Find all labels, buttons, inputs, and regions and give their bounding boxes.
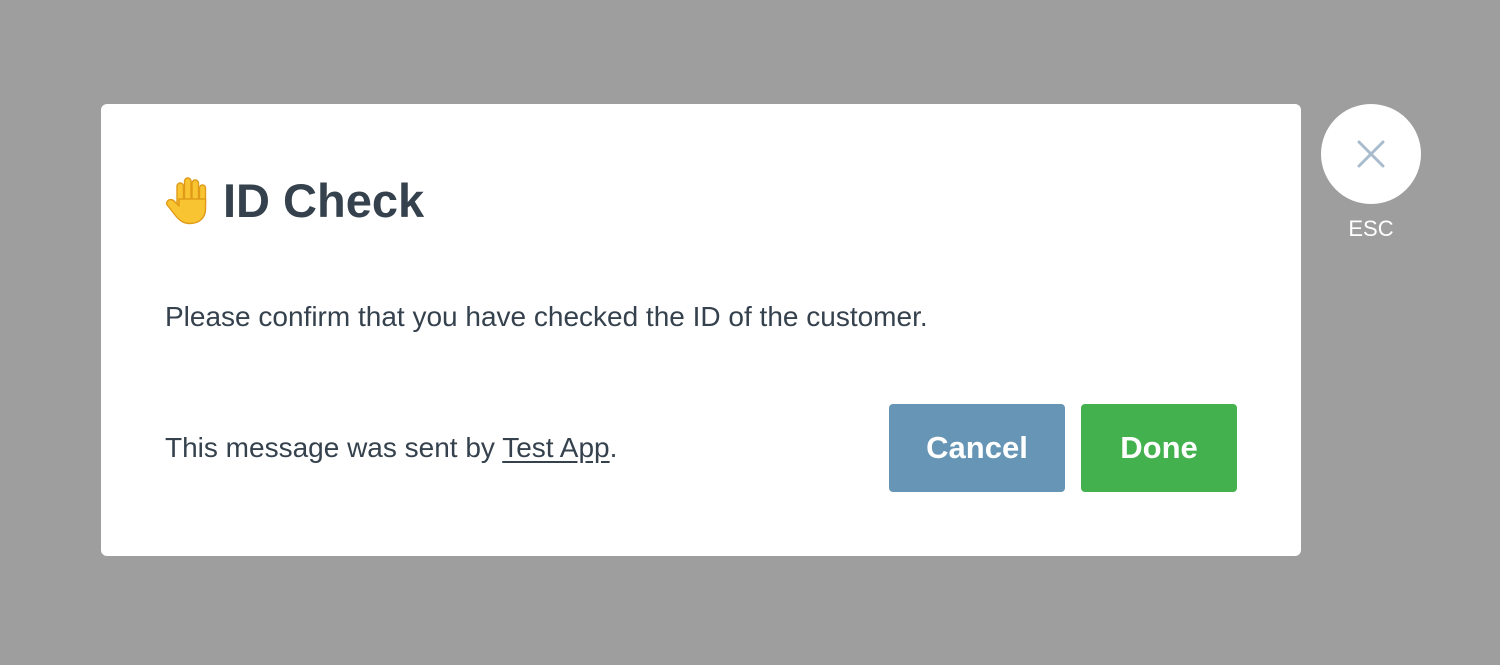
sender-app-link[interactable]: Test App xyxy=(502,432,609,463)
sender-note: This message was sent by Test App. xyxy=(165,432,617,464)
dialog-title: ID Check xyxy=(165,170,424,230)
close-control: ESC xyxy=(1321,104,1421,242)
raised-hand-icon xyxy=(165,175,211,225)
close-icon xyxy=(1356,139,1386,169)
dialog-message: Please confirm that you have checked the… xyxy=(165,301,928,332)
id-check-dialog: ID Check Please confirm that you have ch… xyxy=(101,104,1301,556)
sender-note-prefix: This message was sent by xyxy=(165,432,503,463)
sender-note-suffix: . xyxy=(609,432,618,463)
cancel-button[interactable]: Cancel xyxy=(889,404,1065,492)
dialog-title-text: ID Check xyxy=(223,173,425,227)
esc-label: ESC xyxy=(1348,216,1394,241)
close-button[interactable] xyxy=(1321,104,1421,204)
done-button[interactable]: Done xyxy=(1081,404,1237,492)
